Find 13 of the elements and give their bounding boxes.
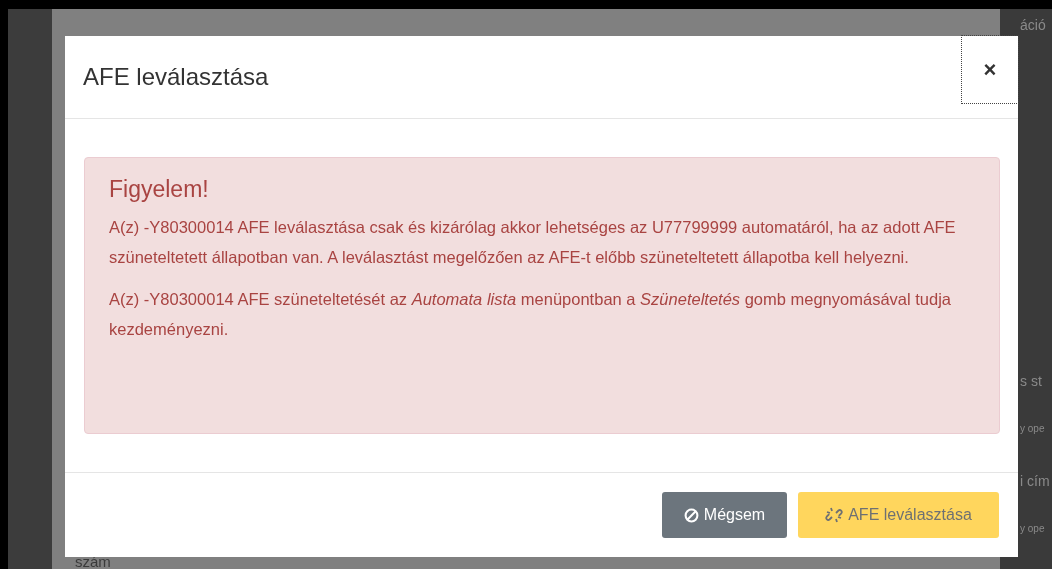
background-text: szám	[75, 551, 111, 569]
cancel-button[interactable]: Mégsem	[662, 492, 787, 538]
background-text: y ope	[1020, 522, 1045, 536]
background-text: áció	[1020, 16, 1046, 35]
ban-icon	[683, 507, 699, 523]
modal-title: AFE leválasztása	[83, 62, 269, 92]
background-text: i cím	[1020, 472, 1050, 491]
background-text: y ope	[1020, 422, 1045, 436]
alert-text: A(z) -Y80300014 AFE szüneteltetését az Automata lista menüpontban a Szüneteltetés gomb megnyomásával tudja kezdeményezni.	[109, 288, 953, 340]
close-button[interactable]: ×	[962, 36, 1018, 103]
alert-heading: Figyelem!	[109, 176, 210, 204]
background-text: s st	[1020, 372, 1042, 391]
alert-text: A(z) -Y80300014 AFE leválasztása csak és kizárólag akkor lehetséges az U77799999 automatáról, ha az adott AFE szüneteltetett állapotban van. A leválasztást megelőzően az AFE-t előbb szüneteltetett állapotba kell helyezni.	[109, 216, 957, 268]
